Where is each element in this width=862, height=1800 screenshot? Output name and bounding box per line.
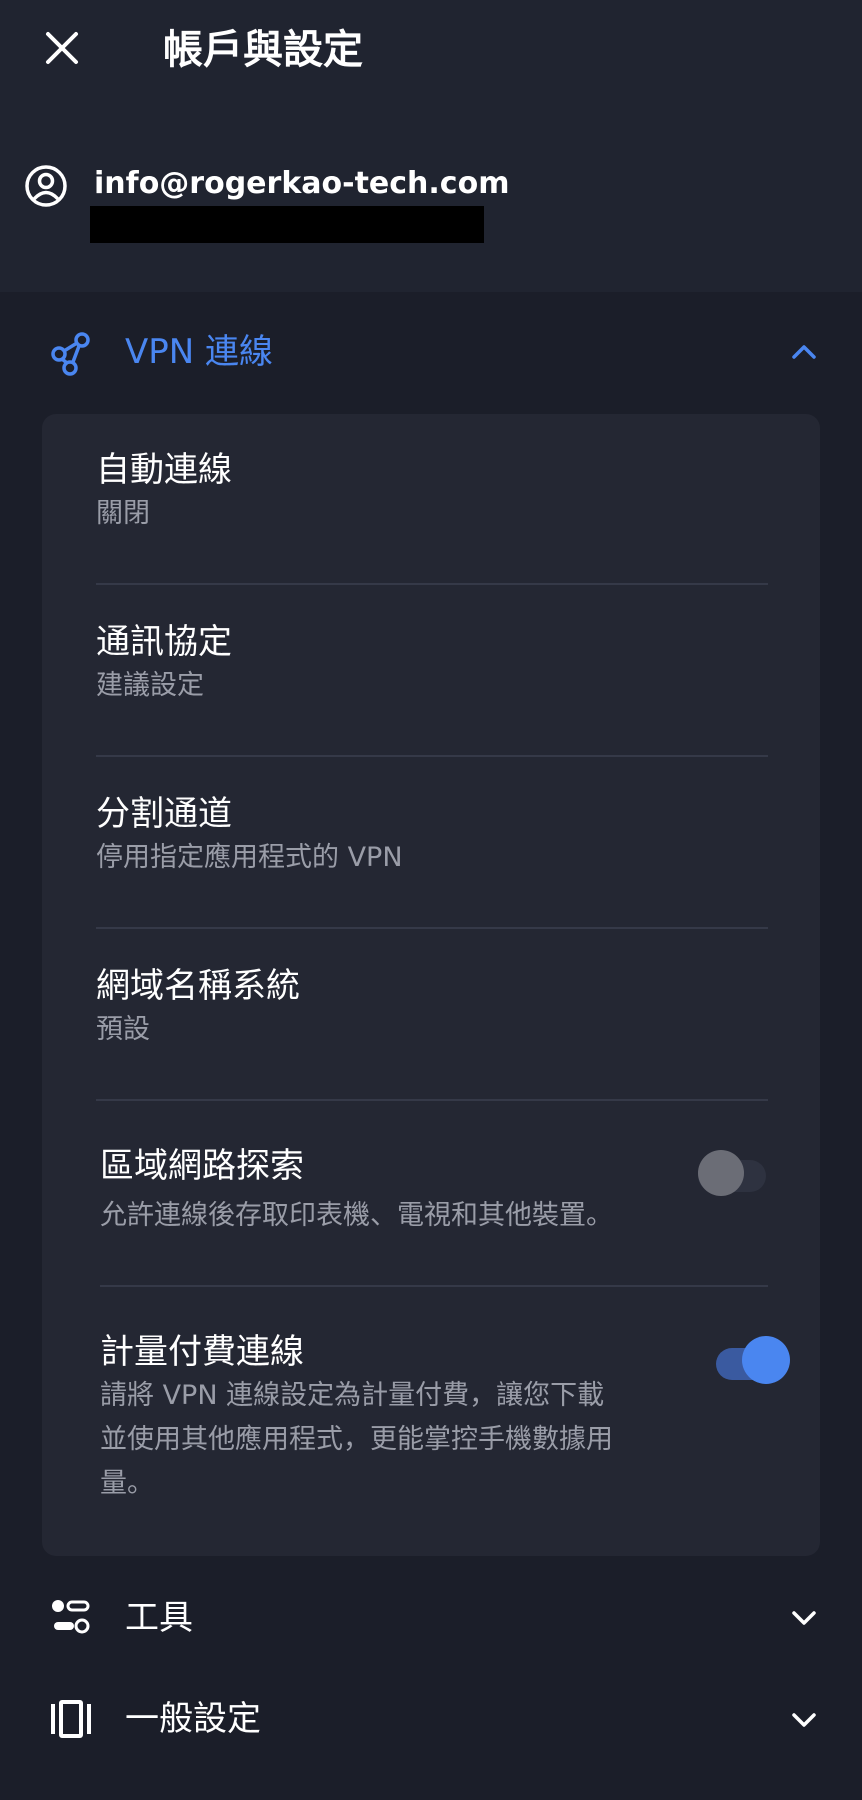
divider (96, 755, 768, 757)
setting-description-line: 並使用其他應用程式，更能掌控手機數據用 (100, 1424, 613, 1455)
account-header: 帳戶與設定 info@rogerkao-tech.com (0, 0, 862, 292)
divider (100, 1285, 768, 1287)
setting-description-line: 請將 VPN 連線設定為計量付費，讓您下載 (100, 1380, 605, 1411)
toggle-knob (742, 1336, 790, 1384)
chevron-down-icon (792, 1713, 816, 1727)
setting-description: 允許連線後存取印表機、電視和其他裝置。 (100, 1200, 613, 1231)
divider (96, 927, 768, 929)
toggle-knob (698, 1150, 744, 1196)
setting-split-tunnel[interactable]: 分割通道 停用指定應用程式的 VPN (96, 792, 768, 880)
chevron-down-icon (792, 1611, 816, 1625)
share-nodes-icon (51, 332, 90, 376)
vpn-settings-card: 自動連線 關閉 通訊協定 建議設定 分割通道 停用指定應用程式的 VPN 網域名… (42, 414, 820, 1556)
setting-value: 建議設定 (96, 670, 204, 701)
divider (96, 1099, 768, 1101)
chevron-up-icon (792, 345, 816, 359)
setting-lan-discovery: 區域網路探索 允許連線後存取印表機、電視和其他裝置。 (100, 1144, 660, 1238)
setting-title: 區域網路探索 (100, 1146, 304, 1186)
setting-title: 通訊協定 (96, 622, 232, 662)
setting-value: 關閉 (96, 498, 150, 529)
toggles-icon (52, 1600, 90, 1634)
setting-protocol[interactable]: 通訊協定 建議設定 (96, 620, 768, 708)
account-circle-icon (25, 165, 67, 207)
setting-metered-connection: 計量付費連線 請將 VPN 連線設定為計量付費，讓您下載 並使用其他應用程式，更… (100, 1330, 680, 1506)
close-button[interactable] (34, 20, 90, 76)
setting-title: 分割通道 (96, 794, 232, 834)
setting-description-line: 量。 (100, 1468, 154, 1499)
section-label: VPN 連線 (125, 332, 274, 372)
page-title: 帳戶與設定 (163, 27, 363, 73)
setting-auto-connect[interactable]: 自動連線 關閉 (96, 448, 768, 536)
section-general-settings[interactable]: 一般設定 (0, 1680, 862, 1800)
divider (96, 583, 768, 585)
close-icon (46, 32, 78, 64)
setting-value: 停用指定應用程式的 VPN (96, 842, 403, 873)
redacted-block (90, 206, 484, 243)
section-tools[interactable]: 工具 (0, 1558, 862, 1678)
setting-title: 計量付費連線 (100, 1332, 304, 1372)
section-label: 一般設定 (125, 1699, 261, 1739)
section-label: 工具 (125, 1598, 193, 1638)
section-vpn-connection[interactable]: VPN 連線 (0, 304, 862, 400)
setting-title: 網域名稱系統 (96, 966, 300, 1006)
account-email: info@rogerkao-tech.com (94, 166, 510, 201)
settings-page: 帳戶與設定 info@rogerkao-tech.com VPN 連線 自動連線… (0, 0, 862, 1800)
setting-value: 預設 (96, 1014, 150, 1045)
carousel-icon (51, 1700, 91, 1738)
setting-title: 自動連線 (96, 450, 232, 490)
setting-dns[interactable]: 網域名稱系統 預設 (96, 964, 768, 1052)
